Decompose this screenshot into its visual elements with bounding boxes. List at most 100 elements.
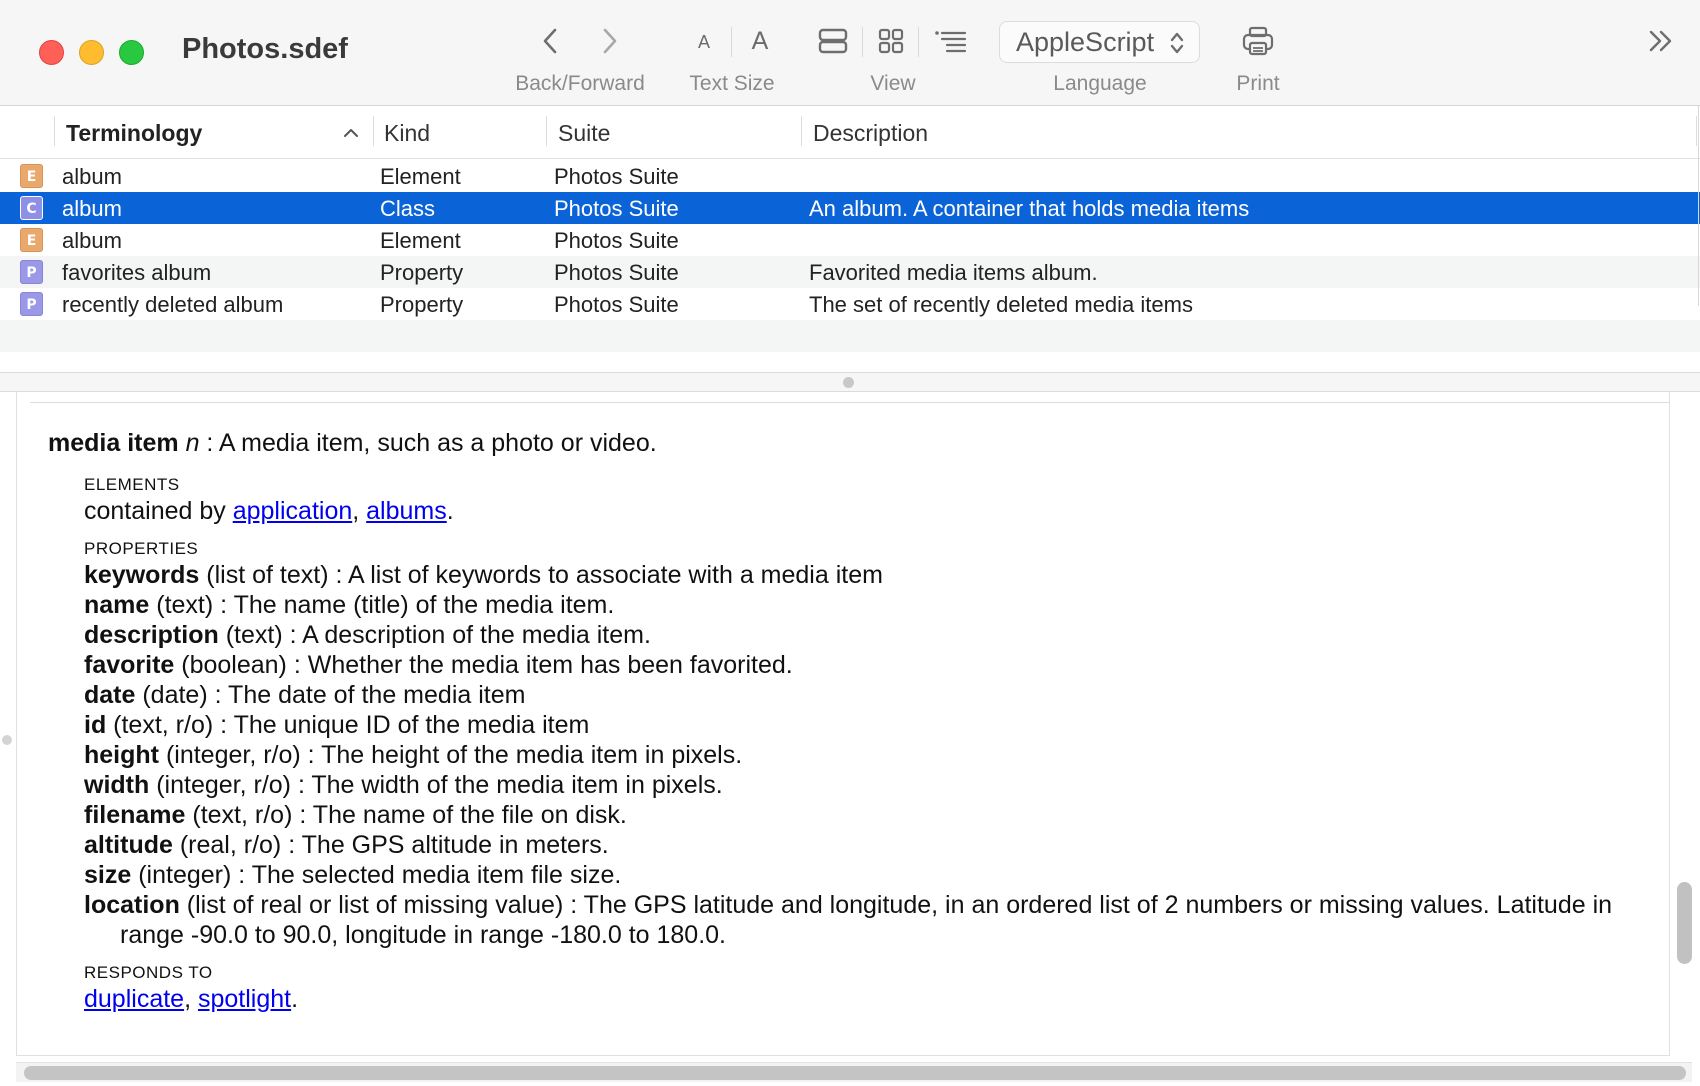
horizontal-scrollbar[interactable] bbox=[24, 1066, 1686, 1080]
table-row[interactable]: E album Element Photos Suite bbox=[0, 160, 1700, 192]
property-item: keywords (list of text) : A list of keyw… bbox=[84, 560, 1638, 590]
entry-kind: n bbox=[185, 429, 200, 457]
property-type: (text, r/o) bbox=[106, 711, 214, 739]
properties-heading: PROPERTIES bbox=[84, 539, 199, 558]
property-item: height (integer, r/o) : The height of th… bbox=[84, 740, 1638, 770]
table-row[interactable]: P recently deleted album Property Photos… bbox=[0, 288, 1700, 320]
term-cell: recently deleted album bbox=[62, 292, 284, 317]
property-desc: : The unique ID of the media item bbox=[213, 711, 590, 739]
overflow-chevrons-icon[interactable] bbox=[1645, 26, 1677, 56]
link-spotlight[interactable]: spotlight bbox=[198, 985, 291, 1013]
table-row[interactable]: P favorites album Property Photos Suite … bbox=[0, 256, 1700, 288]
description-cell: Favorited media items album. bbox=[809, 260, 1098, 285]
suite-cell: Photos Suite bbox=[554, 260, 679, 285]
column-separator[interactable] bbox=[373, 116, 374, 146]
responds-to-heading: RESPONDS TO bbox=[84, 963, 213, 982]
toolbar-separator bbox=[731, 27, 732, 57]
language-label: Language bbox=[1053, 72, 1147, 95]
split-view-divider[interactable] bbox=[0, 372, 1700, 392]
property-item: favorite (boolean) : Whether the media i… bbox=[84, 650, 1638, 680]
property-name: height bbox=[84, 741, 159, 769]
print-label: Print bbox=[1236, 72, 1280, 95]
window-title: Photos.sdef bbox=[182, 33, 348, 65]
column-header-suite[interactable]: Suite bbox=[558, 120, 610, 147]
property-name: favorite bbox=[84, 651, 175, 679]
property-name: date bbox=[84, 681, 136, 709]
table-empty-row bbox=[0, 320, 1700, 352]
property-name: name bbox=[84, 591, 150, 619]
property-item: width (integer, r/o) : The width of the … bbox=[84, 770, 1638, 800]
contained-by-line: contained by application, albums. bbox=[84, 497, 454, 525]
sort-ascending-icon bbox=[343, 126, 359, 145]
text-larger-icon[interactable]: A bbox=[746, 24, 774, 58]
property-desc: : The height of the media item in pixels… bbox=[300, 741, 743, 769]
language-select[interactable]: AppleScript bbox=[999, 21, 1200, 63]
table-row-selected[interactable]: C album Class Photos Suite An album. A c… bbox=[0, 192, 1700, 224]
property-desc: : The selected media item file size. bbox=[231, 861, 622, 889]
property-name: location bbox=[84, 891, 180, 919]
property-type: (text) bbox=[149, 591, 214, 619]
property-item: date (date) : The date of the media item bbox=[84, 680, 1638, 710]
dictionary-entry: media item n : A media item, such as a p… bbox=[48, 428, 1638, 1026]
entry-summary: : A media item, such as a photo or video… bbox=[199, 429, 657, 457]
link-duplicate[interactable]: duplicate bbox=[84, 985, 184, 1013]
divider-handle-icon[interactable] bbox=[843, 377, 854, 388]
minimize-button[interactable] bbox=[79, 40, 104, 65]
column-separator[interactable] bbox=[546, 116, 547, 146]
text-smaller-icon[interactable]: A bbox=[692, 28, 716, 56]
property-desc: : The name of the file on disk. bbox=[292, 801, 627, 829]
contained-by-text: contained by bbox=[84, 497, 233, 525]
property-item: filename (text, r/o) : The name of the f… bbox=[84, 800, 1638, 830]
view-grid-icon[interactable] bbox=[876, 26, 906, 56]
chevron-left-icon[interactable] bbox=[536, 26, 564, 56]
property-name: altitude bbox=[84, 831, 173, 859]
responds-to-line: duplicate, spotlight. bbox=[84, 985, 299, 1013]
toolbar-separator bbox=[862, 27, 863, 57]
column-header-terminology[interactable]: Terminology bbox=[66, 120, 202, 147]
view-label: View bbox=[870, 72, 916, 95]
property-desc: : The width of the media item in pixels. bbox=[291, 771, 723, 799]
property-item: id (text, r/o) : The unique ID of the me… bbox=[84, 710, 1638, 740]
vertical-scrollbar[interactable] bbox=[1677, 882, 1692, 964]
close-button[interactable] bbox=[39, 40, 64, 65]
element-badge-icon: E bbox=[20, 164, 43, 188]
property-desc: : The GPS altitude in meters. bbox=[281, 831, 609, 859]
property-desc: : A description of the media item. bbox=[282, 621, 651, 649]
view-split-icon[interactable] bbox=[818, 26, 848, 56]
suite-cell: Photos Suite bbox=[554, 292, 679, 317]
kind-cell: Property bbox=[380, 292, 464, 317]
column-separator bbox=[1696, 116, 1697, 146]
column-separator[interactable] bbox=[801, 116, 802, 146]
property-type: (text) bbox=[218, 621, 283, 649]
kind-cell: Element bbox=[380, 164, 461, 189]
table-row[interactable]: E album Element Photos Suite bbox=[0, 224, 1700, 256]
chevron-right-icon[interactable] bbox=[596, 26, 624, 56]
property-item: location (list of real or list of missin… bbox=[84, 890, 1638, 950]
property-desc: : The name (title) of the media item. bbox=[213, 591, 615, 619]
property-item: name (text) : The name (title) of the me… bbox=[84, 590, 1638, 620]
toolbar: Photos.sdef Back/Forward A A Text Size V… bbox=[0, 0, 1700, 106]
text-size-label: Text Size bbox=[689, 72, 775, 95]
elements-section: ELEMENTS contained by application, album… bbox=[84, 474, 1638, 526]
description-cell: The set of recently deleted media items bbox=[809, 292, 1193, 317]
link-application[interactable]: application bbox=[233, 497, 353, 525]
link-albums[interactable]: albums bbox=[366, 497, 447, 525]
property-type: (date) bbox=[135, 681, 208, 709]
zoom-button[interactable] bbox=[119, 40, 144, 65]
view-list-icon[interactable] bbox=[932, 26, 968, 56]
sidebar-handle-icon[interactable] bbox=[2, 735, 12, 745]
term-cell: album bbox=[62, 164, 122, 189]
property-type: (list of text) bbox=[199, 561, 329, 589]
property-name: description bbox=[84, 621, 219, 649]
entry-heading: media item n : A media item, such as a p… bbox=[48, 428, 1638, 458]
printer-icon[interactable] bbox=[1240, 24, 1276, 58]
column-header-kind[interactable]: Kind bbox=[384, 120, 430, 147]
property-item: altitude (real, r/o) : The GPS altitude … bbox=[84, 830, 1638, 860]
back-forward-label: Back/Forward bbox=[515, 72, 645, 95]
property-item: size (integer) : The selected media item… bbox=[84, 860, 1638, 890]
table-right-border bbox=[1698, 106, 1699, 306]
property-type: (text, r/o) bbox=[185, 801, 293, 829]
column-header-description[interactable]: Description bbox=[813, 120, 928, 147]
property-name: width bbox=[84, 771, 150, 799]
property-desc: : Whether the media item has been favori… bbox=[286, 651, 793, 679]
